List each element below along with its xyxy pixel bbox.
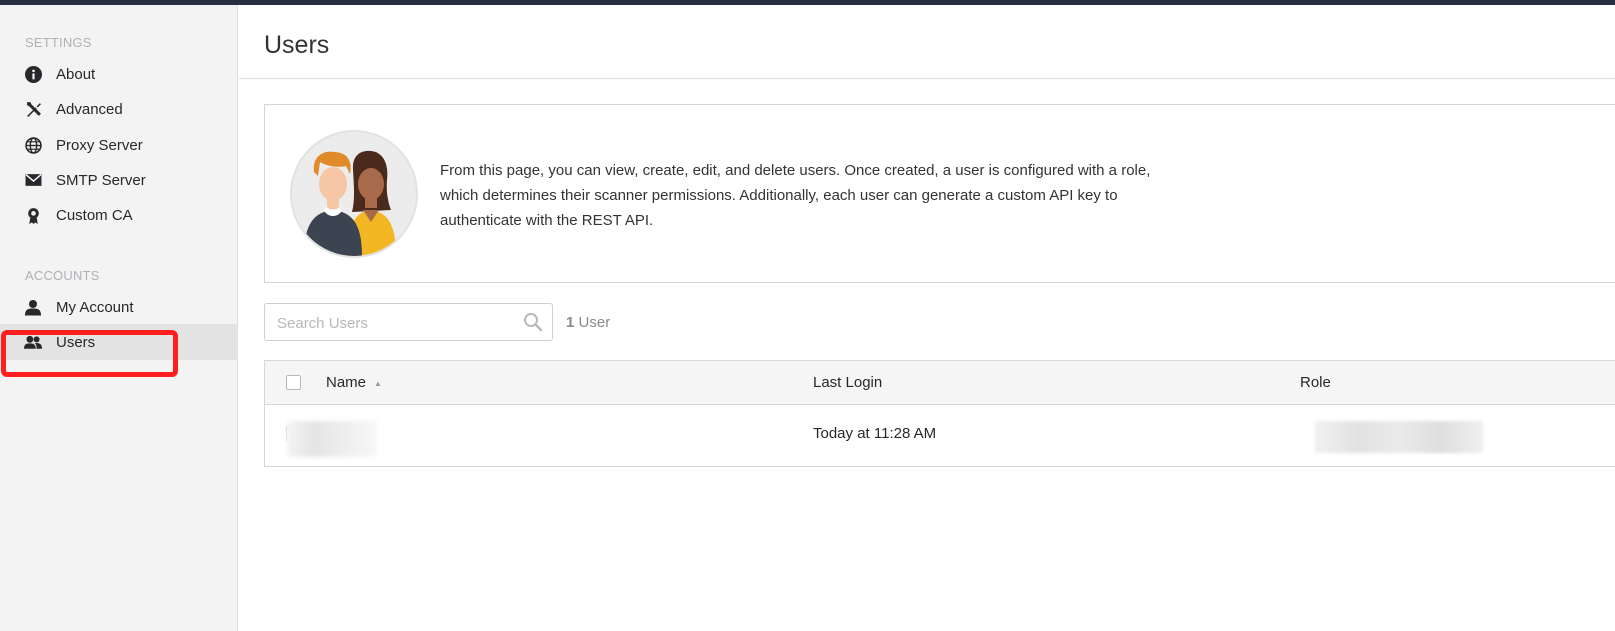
sidebar-section-settings: SETTINGS (25, 35, 92, 50)
column-header-last-login[interactable]: Last Login (813, 374, 882, 391)
sidebar-section-accounts: ACCOUNTS (25, 268, 100, 283)
sidebar-item-custom-ca[interactable]: Custom CA (0, 197, 238, 233)
sidebar-item-label: Custom CA (56, 206, 133, 224)
sort-ascending-icon: ▲ (374, 378, 382, 388)
globe-icon (24, 136, 42, 154)
sidebar-item-advanced[interactable]: Advanced (0, 91, 238, 127)
sidebar-item-label: My Account (56, 298, 134, 316)
redacted-user-name (287, 421, 377, 457)
sidebar-item-label: SMTP Server (56, 171, 146, 189)
column-header-name[interactable]: Name ▲ (326, 374, 382, 391)
highlight-annotation (1, 330, 178, 377)
envelope-icon (24, 171, 42, 189)
table-header: Name ▲ Last Login Role (265, 361, 1615, 405)
sidebar-item-label: Proxy Server (56, 136, 143, 154)
sidebar-item-label: About (56, 65, 96, 83)
table-row[interactable]: Today at 11:28 AM (265, 405, 1615, 467)
search-input[interactable] (277, 313, 512, 333)
search-icon[interactable] (523, 312, 543, 332)
sidebar-item-smtp-server[interactable]: SMTP Server (0, 162, 238, 198)
tools-icon (24, 100, 42, 118)
sidebar: SETTINGS About Advanced Proxy Server SMT… (0, 5, 238, 631)
user-count-label: User (578, 314, 611, 331)
user-count-number: 1 (566, 314, 575, 331)
info-description: From this page, you can view, create, ed… (440, 162, 1151, 229)
column-header-role[interactable]: Role (1300, 374, 1331, 391)
search-users-box[interactable] (264, 303, 553, 341)
column-name-label: Name (326, 374, 367, 391)
sidebar-item-about[interactable]: About (0, 56, 238, 92)
page-title: Users (264, 31, 330, 59)
users-table: Name ▲ Last Login Role Today at 11:28 AM (264, 360, 1615, 467)
main-content: Users From this page, you can view, crea… (239, 5, 1615, 631)
sidebar-item-label: Advanced (56, 100, 123, 118)
info-panel: From this page, you can view, create, ed… (264, 104, 1615, 283)
certificate-icon (24, 206, 42, 224)
sidebar-item-my-account[interactable]: My Account (0, 289, 238, 325)
sidebar-item-proxy-server[interactable]: Proxy Server (0, 127, 238, 163)
user-count: 1 User (566, 314, 610, 331)
redacted-user-role (1315, 421, 1483, 453)
page-header: Users (239, 5, 1615, 79)
users-illustration (290, 130, 418, 258)
info-icon (24, 65, 42, 83)
select-all-checkbox[interactable] (286, 375, 301, 390)
cell-last-login: Today at 11:28 AM (813, 425, 937, 442)
user-icon (24, 298, 42, 316)
